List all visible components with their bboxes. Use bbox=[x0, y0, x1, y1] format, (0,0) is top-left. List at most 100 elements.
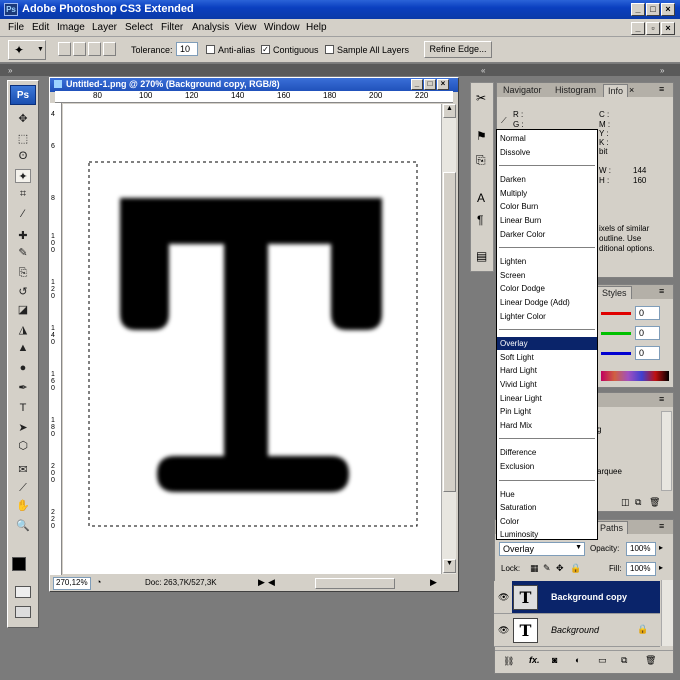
blend-option-linear-dodge-add[interactable]: Linear Dodge (Add) bbox=[497, 296, 597, 309]
tab-styles[interactable]: Styles bbox=[597, 286, 632, 299]
blend-option-difference[interactable]: Difference bbox=[497, 446, 597, 459]
character-panel-icon[interactable]: A bbox=[477, 191, 485, 205]
vertical-ruler[interactable]: 4 6 8 1 0 0 1 2 0 1 4 0 1 6 0 1 8 0 2 0 … bbox=[50, 103, 62, 575]
screen-mode-icon[interactable] bbox=[15, 606, 31, 618]
tolerance-input[interactable]: 10 bbox=[176, 42, 198, 56]
blue-slider[interactable] bbox=[601, 352, 631, 355]
panel-menu-icon[interactable]: ≡ bbox=[659, 84, 664, 94]
blend-option-lighter-color[interactable]: Lighter Color bbox=[497, 310, 597, 323]
red-value-input[interactable]: 0 bbox=[635, 306, 660, 320]
lasso-tool-icon[interactable]: ʘ bbox=[15, 149, 31, 163]
crop-tool-icon[interactable]: ⌗ bbox=[15, 187, 31, 201]
green-slider[interactable] bbox=[601, 332, 631, 335]
scroll-down-button[interactable]: ▼ bbox=[443, 559, 456, 573]
trash-icon[interactable]: 🗑 bbox=[649, 497, 660, 508]
maximize-button[interactable]: □ bbox=[646, 3, 660, 16]
visibility-eye-icon[interactable]: 👁 bbox=[498, 625, 509, 635]
history-brush-icon[interactable]: ↺ bbox=[15, 285, 31, 299]
foreground-color-swatch[interactable] bbox=[12, 557, 26, 571]
document-close-button[interactable]: × bbox=[437, 79, 449, 90]
blend-option-soft-light[interactable]: Soft Light bbox=[497, 351, 597, 364]
paragraph-panel-icon[interactable]: ¶ bbox=[477, 213, 483, 227]
zoom-field[interactable]: 270,12% bbox=[53, 577, 91, 590]
layer-name[interactable]: Background bbox=[551, 625, 599, 635]
blend-option-exclusion[interactable]: Exclusion bbox=[497, 460, 597, 473]
blend-option-screen[interactable]: Screen bbox=[497, 269, 597, 282]
panel-menu-icon[interactable]: ≡ bbox=[659, 286, 664, 296]
lock-image-icon[interactable]: ✎ bbox=[543, 563, 551, 574]
layer-comps-icon[interactable]: ▤ bbox=[476, 249, 487, 263]
blend-option-hard-light[interactable]: Hard Light bbox=[497, 364, 597, 377]
subtract-selection-button[interactable] bbox=[88, 42, 101, 56]
blend-option-darken[interactable]: Darken bbox=[497, 173, 597, 186]
tab-close-icon[interactable]: × bbox=[629, 85, 634, 95]
document-maximize-button[interactable]: □ bbox=[424, 79, 436, 90]
minimize-button[interactable]: _ bbox=[631, 3, 645, 16]
blend-option-pin-light[interactable]: Pin Light bbox=[497, 405, 597, 418]
blend-option-overlay[interactable]: Overlay bbox=[497, 337, 597, 351]
tab-info[interactable]: Info bbox=[603, 84, 629, 97]
notes-tool-icon[interactable]: ✉ bbox=[15, 463, 31, 477]
link-icon[interactable]: ⛓ bbox=[503, 656, 514, 667]
blur-tool-icon[interactable]: ▲ bbox=[15, 341, 31, 355]
layer-row-background[interactable]: 👁 T Background 🔒 bbox=[494, 614, 660, 647]
menu-select[interactable]: Select bbox=[125, 22, 153, 33]
fx-icon[interactable]: fx. bbox=[529, 655, 540, 665]
clone-stamp-icon[interactable]: ⎘ bbox=[15, 266, 31, 280]
opacity-input[interactable]: 100% bbox=[626, 542, 656, 556]
mask-icon[interactable]: ◙ bbox=[552, 655, 557, 665]
opacity-arrow-icon[interactable]: ▸ bbox=[659, 543, 663, 552]
add-selection-button[interactable] bbox=[73, 42, 86, 56]
blue-value-input[interactable]: 0 bbox=[635, 346, 660, 360]
status-menu-arrow-icon[interactable]: ▶ bbox=[258, 577, 265, 588]
green-value-input[interactable]: 0 bbox=[635, 326, 660, 340]
blend-option-linear-burn[interactable]: Linear Burn bbox=[497, 214, 597, 227]
menu-window[interactable]: Window bbox=[264, 22, 300, 33]
quick-mask-icon[interactable] bbox=[15, 586, 31, 598]
new-document-from-state-icon[interactable]: ◫ bbox=[621, 497, 630, 508]
red-slider[interactable] bbox=[601, 312, 631, 315]
blend-option-color[interactable]: Color bbox=[497, 515, 597, 528]
blend-option-multiply[interactable]: Multiply bbox=[497, 187, 597, 200]
brush-tool-icon[interactable]: ✎ bbox=[15, 246, 31, 260]
blend-option-saturation[interactable]: Saturation bbox=[497, 501, 597, 514]
magic-wand-tool-icon[interactable]: ✦ bbox=[15, 169, 31, 183]
blend-option-color-burn[interactable]: Color Burn bbox=[497, 200, 597, 213]
blend-option-linear-light[interactable]: Linear Light bbox=[497, 392, 597, 405]
toolbox-collapse-icon[interactable]: » bbox=[8, 66, 12, 75]
panel-expand-icon[interactable]: » bbox=[660, 66, 664, 75]
blend-option-hue[interactable]: Hue bbox=[497, 488, 597, 501]
panel-dock-collapse-icon[interactable]: « bbox=[481, 66, 485, 75]
blend-option-normal[interactable]: Normal bbox=[497, 132, 597, 145]
status-icon[interactable]: ◔ bbox=[96, 577, 101, 587]
group-icon[interactable]: ▭ bbox=[598, 655, 607, 666]
type-tool-icon[interactable]: T bbox=[15, 401, 31, 415]
pen-tool-icon[interactable]: ✒ bbox=[15, 381, 31, 395]
move-tool-icon[interactable]: ✥ bbox=[15, 112, 31, 126]
hscroll-right-icon[interactable]: ▶ bbox=[430, 577, 437, 588]
layer-name[interactable]: Background copy bbox=[551, 592, 627, 602]
blend-option-color-dodge[interactable]: Color Dodge bbox=[497, 282, 597, 295]
scroll-thumb[interactable] bbox=[443, 172, 456, 492]
hand-tool-icon[interactable]: ✋ bbox=[15, 499, 31, 513]
anti-alias-checkbox[interactable] bbox=[206, 45, 215, 54]
menu-image[interactable]: Image bbox=[57, 22, 85, 33]
paint-bucket-icon[interactable]: ◮ bbox=[15, 323, 31, 337]
eraser-tool-icon[interactable]: ◪ bbox=[15, 303, 31, 317]
healing-brush-icon[interactable]: ✚ bbox=[15, 229, 31, 243]
layers-scrollbar[interactable] bbox=[661, 580, 673, 646]
history-item[interactable]: arquee bbox=[597, 467, 622, 476]
lock-position-icon[interactable]: ✥ bbox=[556, 563, 564, 574]
menu-filter[interactable]: Filter bbox=[161, 22, 183, 33]
doc-minimize-button[interactable]: _ bbox=[631, 22, 645, 35]
adjustment-icon[interactable]: ◐ bbox=[575, 655, 580, 665]
blend-option-vivid-light[interactable]: Vivid Light bbox=[497, 378, 597, 391]
brushes-panel-icon[interactable]: ⚑ bbox=[476, 129, 487, 143]
tab-histogram[interactable]: Histogram bbox=[551, 84, 600, 97]
horizontal-scroll-thumb[interactable] bbox=[315, 578, 395, 589]
sample-all-layers-checkbox[interactable] bbox=[325, 45, 334, 54]
tool-preset-picker[interactable]: ✦ ▼ bbox=[8, 40, 46, 60]
dodge-tool-icon[interactable]: ● bbox=[15, 361, 31, 375]
fill-arrow-icon[interactable]: ▸ bbox=[659, 563, 663, 572]
hscroll-left-icon[interactable]: ◀ bbox=[268, 577, 275, 588]
